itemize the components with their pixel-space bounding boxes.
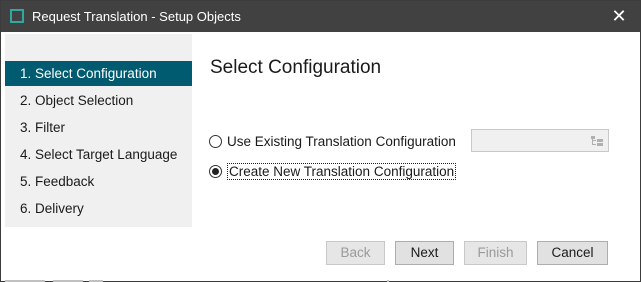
existing-configuration-select (471, 129, 609, 152)
title-bar: Request Translation - Setup Objects ✕ (1, 1, 640, 32)
use-existing-radio[interactable] (209, 134, 222, 148)
step-filter: 3. Filter (20, 120, 66, 135)
close-icon[interactable]: ✕ (608, 5, 630, 27)
window-title: Request Translation - Setup Objects (32, 9, 241, 24)
finish-button[interactable]: Finish (464, 241, 527, 265)
step-feedback: 5. Feedback (20, 174, 95, 189)
page-title: Select Configuration (210, 57, 382, 78)
wizard-steps: 1. Select Configuration 2. Object Select… (5, 34, 192, 227)
create-new-option[interactable]: Create New Translation Configuration (209, 161, 457, 181)
step-select-configuration: 1. Select Configuration (5, 61, 192, 86)
cancel-button[interactable]: Cancel (537, 241, 608, 265)
request-translation-dialog: Request Translation - Setup Objects ✕ 1.… (0, 0, 641, 282)
back-button[interactable]: Back (326, 241, 385, 265)
create-new-label[interactable]: Create New Translation Configuration (227, 162, 457, 180)
next-button[interactable]: Next (395, 241, 454, 265)
step-delivery: 6. Delivery (20, 201, 84, 216)
use-existing-label[interactable]: Use Existing Translation Configuration (227, 134, 456, 149)
use-existing-option[interactable]: Use Existing Translation Configuration (209, 131, 456, 151)
tree-browse-icon (587, 131, 607, 150)
app-icon (10, 9, 24, 23)
create-new-radio[interactable] (209, 164, 222, 178)
step-object-selection: 2. Object Selection (20, 93, 134, 108)
step-select-target-language: 4. Select Target Language (20, 147, 178, 162)
